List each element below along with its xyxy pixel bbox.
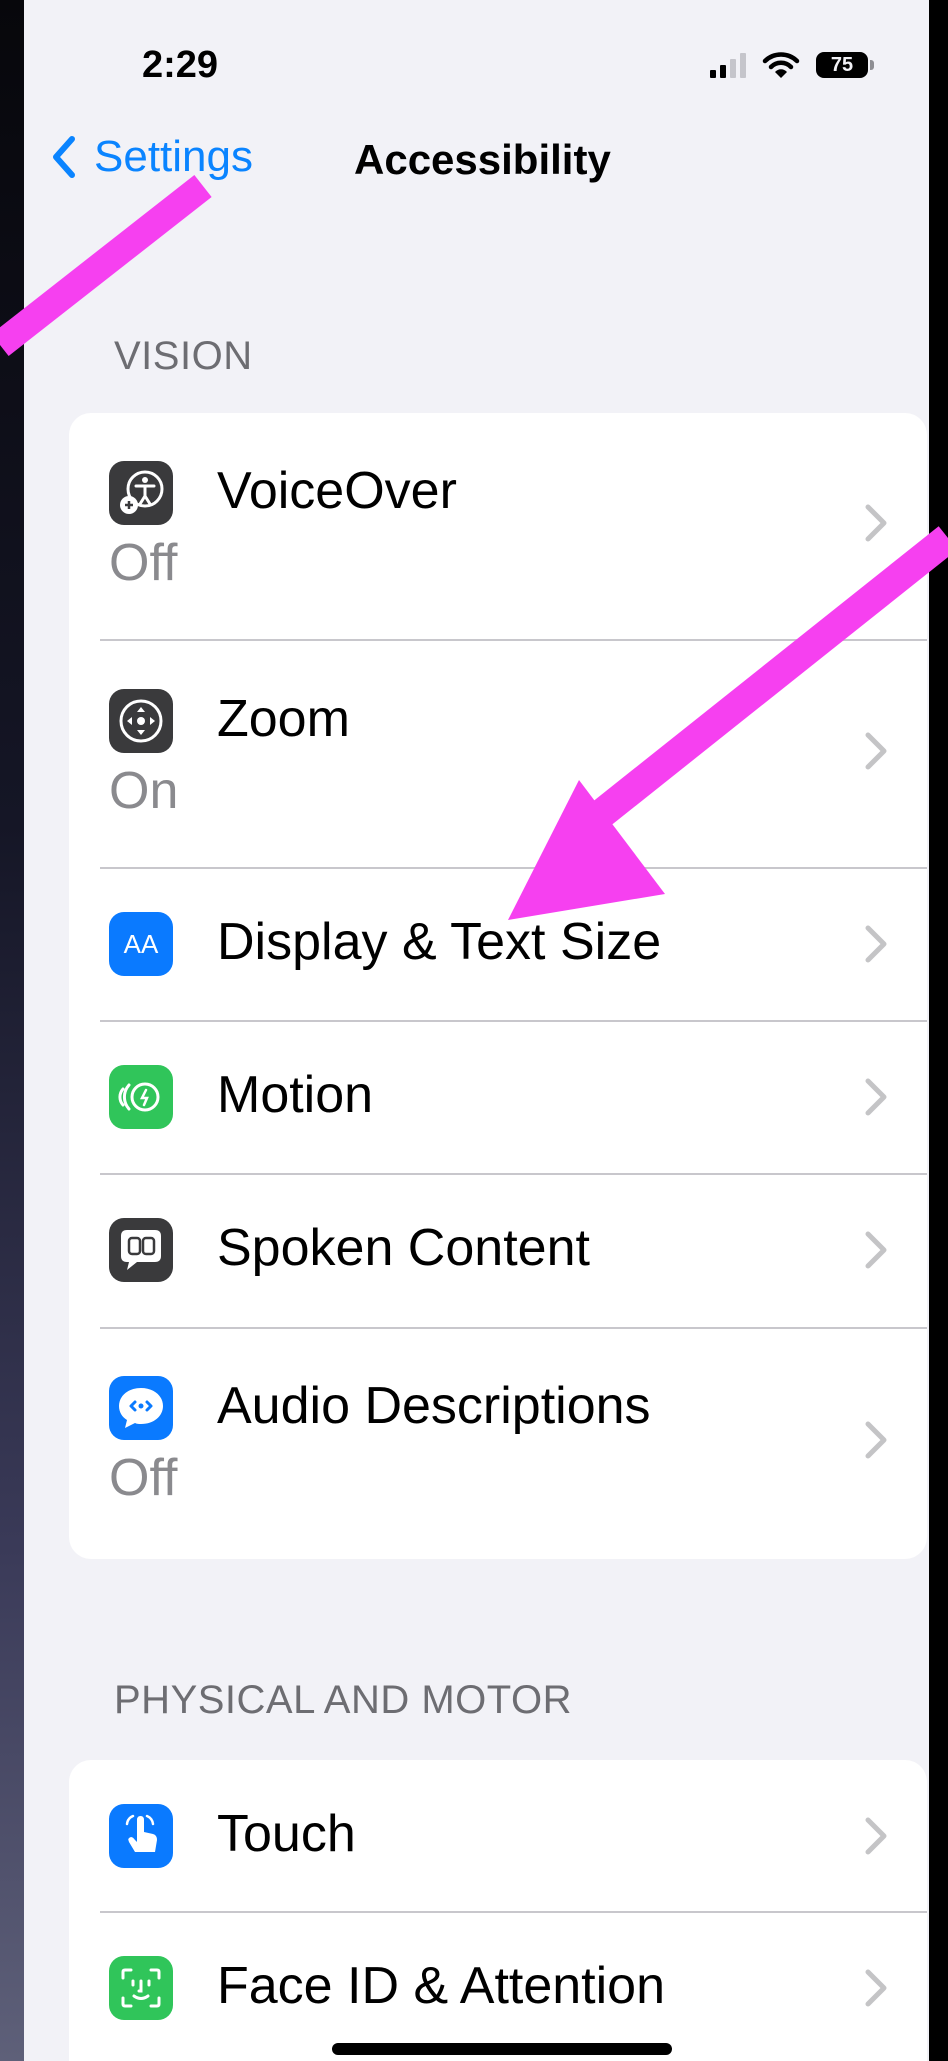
row-voiceover[interactable]: VoiceOver Off — [69, 413, 927, 640]
row-value: Off — [109, 534, 178, 592]
row-audio-descriptions[interactable]: Audio Descriptions Off — [69, 1328, 927, 1559]
physical-motor-group: Touch Face ID & Attention — [69, 1760, 927, 2061]
home-indicator — [332, 2043, 672, 2055]
spoken-content-icon — [109, 1218, 173, 1282]
row-spoken-content[interactable]: Spoken Content — [69, 1174, 927, 1327]
back-button-label: Settings — [94, 132, 253, 181]
voiceover-icon — [109, 461, 173, 525]
row-value: On — [109, 762, 179, 820]
page-title: Accessibility — [354, 136, 611, 183]
chevron-right-icon — [865, 1421, 887, 1459]
row-label: Motion — [217, 1066, 374, 1124]
cellular-signal-icon — [710, 52, 746, 78]
touch-icon — [109, 1804, 173, 1868]
row-label: Zoom — [217, 690, 350, 748]
chevron-right-icon — [865, 504, 887, 542]
row-label: Display & Text Size — [217, 913, 662, 971]
section-header-physical-motor: PHYSICAL AND MOTOR — [114, 1678, 572, 1722]
status-icons: 75 — [710, 48, 874, 82]
row-label: VoiceOver — [217, 462, 457, 520]
wifi-icon — [762, 52, 800, 78]
text-size-icon: AA — [109, 912, 173, 976]
chevron-right-icon — [865, 1231, 887, 1269]
row-motion[interactable]: Motion — [69, 1021, 927, 1173]
chevron-right-icon — [865, 1817, 887, 1855]
vision-group: VoiceOver Off Zoom On AA Display & Text … — [69, 413, 927, 1559]
row-display-text-size[interactable]: AA Display & Text Size — [69, 868, 927, 1020]
row-face-id-attention[interactable]: Face ID & Attention — [69, 1912, 927, 2061]
zoom-icon — [109, 689, 173, 753]
chevron-left-icon — [53, 136, 75, 178]
chevron-right-icon — [865, 1078, 887, 1116]
status-time: 2:29 — [142, 44, 219, 86]
motion-icon — [109, 1065, 173, 1129]
row-label: Spoken Content — [217, 1219, 590, 1277]
row-label: Face ID & Attention — [217, 1957, 666, 2015]
chevron-right-icon — [865, 1969, 887, 2007]
row-value: Off — [109, 1449, 178, 1507]
row-label: Touch — [217, 1805, 356, 1863]
chevron-right-icon — [865, 732, 887, 770]
back-button[interactable]: Settings — [52, 132, 253, 182]
chevron-right-icon — [865, 925, 887, 963]
audio-descriptions-icon — [109, 1376, 173, 1440]
row-zoom[interactable]: Zoom On — [69, 641, 927, 867]
face-id-icon — [109, 1956, 173, 2020]
battery-icon: 75 — [816, 52, 868, 78]
row-label: Audio Descriptions — [217, 1377, 651, 1435]
row-touch[interactable]: Touch — [69, 1760, 927, 1912]
phone-screen: 2:29 75 Settings Accessibility VISION Vo… — [24, 0, 929, 2061]
section-header-vision: VISION — [114, 334, 253, 378]
battery-cap — [870, 60, 874, 70]
background-right — [928, 0, 948, 2061]
